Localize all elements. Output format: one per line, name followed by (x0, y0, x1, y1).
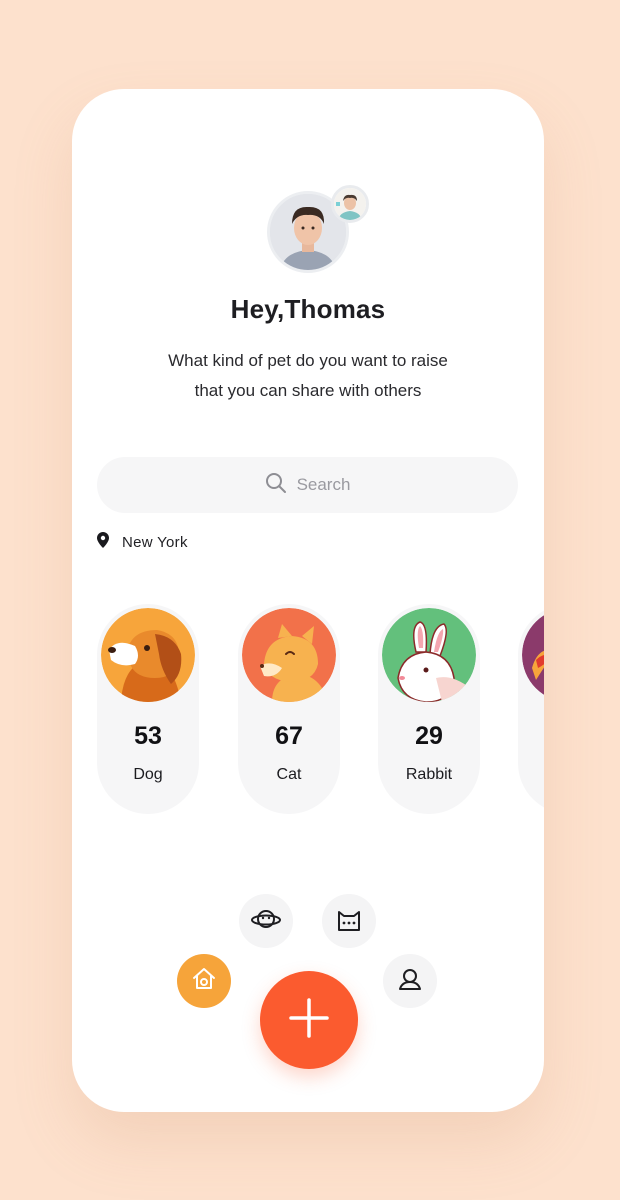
plus-icon (289, 997, 329, 1043)
pet-card-dog[interactable]: 53 Dog (97, 604, 199, 814)
pet-card-bird[interactable] (518, 604, 544, 814)
map-pin-icon (97, 531, 109, 553)
pet-count: 53 (134, 722, 162, 750)
rabbit-icon (382, 608, 476, 702)
search-placeholder: Search (296, 475, 351, 494)
subtitle-line: What kind of pet do you want to raise (168, 351, 448, 370)
phone-screen: Hey,Thomas What kind of pet do you want … (72, 89, 544, 1112)
pet-name: Rabbit (405, 766, 453, 783)
add-button[interactable] (260, 971, 358, 1069)
greeting-title: Hey,Thomas (230, 294, 386, 324)
nav-profile-button[interactable] (383, 954, 437, 1008)
nav-explore-button[interactable] (239, 894, 293, 948)
subtitle-line: that you can share with others (194, 381, 422, 400)
planet-icon (251, 906, 281, 937)
bird-icon (522, 608, 544, 702)
location-label: New York (122, 533, 188, 551)
search-icon (265, 472, 287, 499)
cat-chat-icon (335, 906, 363, 937)
pet-count: 29 (415, 722, 443, 750)
location-selector[interactable]: New York (97, 531, 188, 553)
cat-icon (242, 608, 336, 702)
pet-name: Dog (133, 766, 163, 783)
pet-card-rabbit[interactable]: 29 Rabbit (378, 604, 480, 814)
nav-home-button[interactable] (177, 954, 231, 1008)
friend-avatar[interactable] (331, 185, 369, 223)
home-icon (191, 966, 217, 997)
pet-name: Cat (276, 766, 302, 783)
search-bar[interactable]: Search (97, 457, 518, 513)
pet-count: 67 (275, 722, 303, 750)
nav-chat-button[interactable] (322, 894, 376, 948)
pet-card-cat[interactable]: 67 Cat (238, 604, 340, 814)
subtitle: What kind of pet do you want to raise th… (138, 346, 478, 406)
dog-icon (101, 608, 195, 702)
profile-icon (397, 966, 423, 997)
